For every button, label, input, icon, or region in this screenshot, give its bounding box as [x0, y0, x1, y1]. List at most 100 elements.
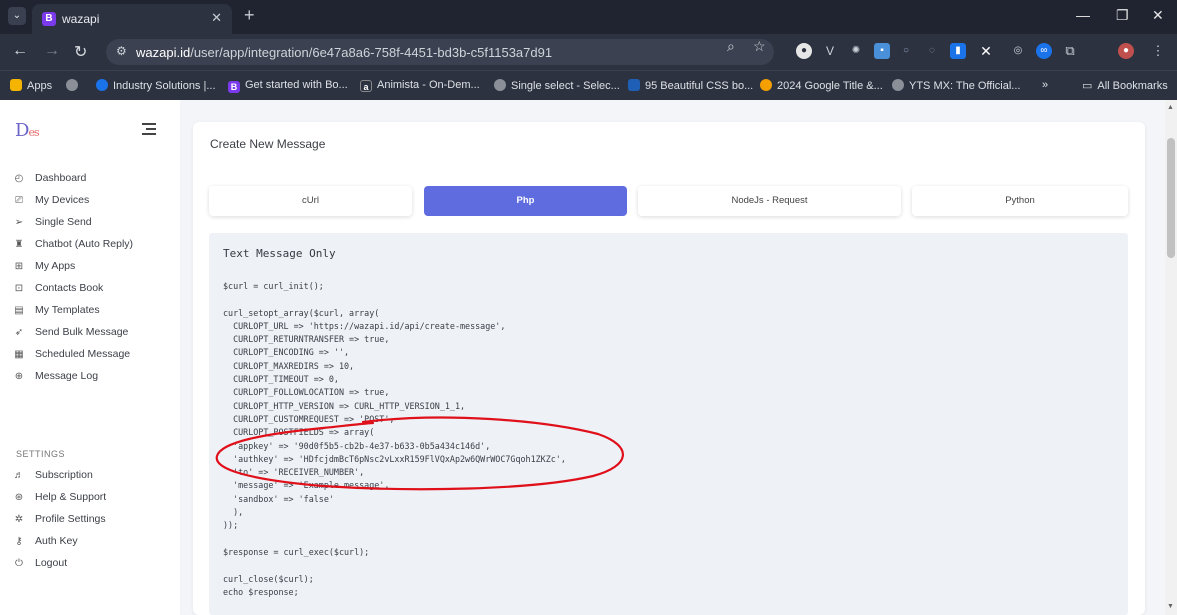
address-bar[interactable]: ⚙ wazapi.id/user/app/integration/6e47a8a… [106, 39, 774, 65]
seo-favicon-icon [760, 79, 772, 91]
code-line: CURLOPT_HTTP_VERSION => CURL_HTTP_VERSIO… [223, 400, 466, 411]
extension-target-icon[interactable]: ◎ [1010, 43, 1026, 59]
bookmark-animista[interactable]: a Animista - On-Dem... [360, 79, 480, 92]
sidebar-item-profile-settings[interactable]: ✲ Profile Settings [12, 513, 106, 531]
forward-arrow-icon[interactable]: → [44, 42, 60, 60]
sidebar-item-chatbot[interactable]: ♜ Chatbot (Auto Reply) [12, 238, 134, 256]
browser-tab[interactable]: B wazapi ✕ [32, 4, 232, 34]
globe-icon [892, 79, 904, 91]
device-icon: ⎚ [15, 195, 23, 206]
code-line: $curl = curl_init(); [223, 281, 324, 291]
tab-curl[interactable]: cUrl [209, 186, 412, 216]
bookmarks-bar: Apps Industry Solutions |... B Get starte… [0, 70, 1177, 100]
bookmark-yts[interactable]: YTS MX: The Official... [892, 79, 1020, 92]
tab-search-button[interactable]: ⌄ [8, 7, 26, 25]
css-favicon-icon [628, 79, 640, 91]
bookmark-globe[interactable] [66, 79, 83, 92]
template-icon: ▤ [14, 305, 24, 316]
extension-react-icon[interactable]: ✺ [848, 43, 864, 59]
all-bookmarks-button[interactable]: ▭ All Bookmarks [1082, 79, 1168, 92]
new-tab-button[interactable]: + [244, 5, 255, 26]
extension-x-icon[interactable]: ✕ [978, 43, 994, 59]
code-line: CURLOPT_POSTFIELDS => array( [223, 427, 375, 438]
code-line: curl_setopt_array($curl, array( [223, 307, 380, 318]
bookmark-star-icon[interactable]: ☆ [753, 38, 766, 55]
code-line: $response = curl_exec($curl); [223, 546, 370, 557]
back-arrow-icon[interactable]: ← [12, 42, 28, 60]
code-line: 'to' => 'RECEIVER_NUMBER', [223, 467, 365, 478]
help-icon: ⊛ [14, 492, 24, 503]
extension-v-icon[interactable]: V [822, 43, 838, 59]
bookmark-bootstrap[interactable]: B Get started with Bo... [228, 79, 348, 93]
sidebar-item-auth-key[interactable]: ⚷ Auth Key [12, 535, 77, 553]
sidebar-item-help-support[interactable]: ⊛ Help & Support [12, 491, 106, 509]
tab-nodejs-request[interactable]: NodeJs - Request [638, 186, 901, 216]
robot-icon: ♜ [14, 239, 24, 250]
code-line: CURLOPT_URL => 'https://wazapi.id/api/cr… [223, 320, 506, 331]
zoom-icon[interactable]: ⌕ [727, 38, 735, 55]
extension-blue-icon[interactable]: ∞ [1036, 43, 1052, 59]
minimize-icon[interactable]: — [1076, 7, 1090, 23]
sidebar-item-my-devices[interactable]: ⎚ My Devices [12, 194, 89, 212]
profile-avatar[interactable]: ● [1118, 43, 1134, 59]
bookmark-apps[interactable]: Apps [10, 79, 52, 92]
sidebar-item-contacts-book[interactable]: ⊡ Contacts Book [12, 282, 104, 300]
reload-icon[interactable]: ↻ [74, 42, 87, 62]
sidebar-item-my-apps[interactable]: ⊞ My Apps [12, 260, 75, 278]
code-heading: Text Message Only [223, 247, 336, 260]
globe-icon [66, 79, 78, 91]
tab-favicon-icon: B [42, 12, 56, 26]
subscription-icon: ♬ [14, 470, 24, 481]
sidebar-item-my-templates[interactable]: ▤ My Templates [12, 304, 99, 322]
bookmark-industry-solutions[interactable]: Industry Solutions |... [96, 79, 216, 92]
sidebar-item-subscription[interactable]: ♬ Subscription [12, 469, 93, 487]
sidebar-item-single-send[interactable]: ➢ Single Send [12, 216, 92, 234]
tab-python[interactable]: Python [912, 186, 1128, 216]
bookmark-google-title[interactable]: 2024 Google Title &... [760, 79, 883, 92]
globe-icon [494, 79, 506, 91]
bookmarks-overflow-button[interactable]: » [1042, 79, 1048, 91]
sidebar-item-logout[interactable]: ⏻ Logout [12, 557, 67, 575]
code-line: CURLOPT_RETURNTRANSFER => true, [223, 334, 390, 345]
restore-icon[interactable]: ❐ [1116, 7, 1129, 24]
close-tab-icon[interactable]: ✕ [211, 10, 222, 26]
tab-php[interactable]: Php [424, 186, 627, 216]
code-line: echo $response; [223, 586, 299, 597]
extension-ring-icon[interactable]: ◌ [924, 43, 940, 59]
scrollbar-thumb[interactable] [1167, 138, 1175, 258]
extensions-puzzle-icon[interactable]: ⧉ [1062, 43, 1078, 59]
apps-grid-icon [10, 79, 22, 91]
sidebar-item-message-log[interactable]: ⊕ Message Log [12, 370, 98, 388]
send-icon: ➢ [14, 217, 24, 228]
page-scrollbar[interactable]: ▲ ▼ [1165, 100, 1177, 615]
extension-circle-icon[interactable]: ○ [898, 43, 914, 59]
menu-toggle-icon[interactable] [142, 123, 156, 138]
extension-globe-icon[interactable]: ● [796, 43, 812, 59]
code-line: )); [223, 520, 239, 531]
code-line: CURLOPT_CUSTOMREQUEST => 'POST', [223, 413, 395, 424]
sidebar-item-send-bulk-message[interactable]: ➶ Send Bulk Message [12, 326, 129, 344]
code-line: curl_close($curl); [223, 573, 314, 584]
browser-menu-icon[interactable]: ⋮ [1150, 43, 1166, 59]
extension-doc-icon[interactable]: ▮ [950, 43, 966, 59]
app-logo[interactable]: Des [15, 120, 40, 141]
sidebar-item-dashboard[interactable]: ◴ Dashboard [12, 172, 87, 190]
bookmark-favicon-icon [96, 79, 108, 91]
code-line: 'message' => 'Example message', [223, 480, 390, 491]
settings-section-label: SETTINGS [16, 449, 66, 459]
code-line: 'sandbox' => 'false' [223, 493, 334, 504]
scroll-up-icon[interactable]: ▲ [1167, 104, 1174, 111]
sidebar-item-scheduled-message[interactable]: ▦ Scheduled Message [12, 348, 130, 366]
site-info-icon[interactable]: ⚙ [116, 44, 127, 58]
tab-title: wazapi [62, 12, 100, 26]
extension-chart-icon[interactable]: ▪ [874, 43, 890, 59]
code-line: 'authkey' => 'HDfcjdmBcT6pNsc2vLxxR159Fl… [223, 453, 566, 464]
bookmark-css-box[interactable]: 95 Beautiful CSS bo... [628, 79, 753, 92]
scroll-down-icon[interactable]: ▼ [1167, 603, 1174, 610]
bookmark-single-select[interactable]: Single select - Selec... [494, 79, 620, 92]
code-line: CURLOPT_ENCODING => '', [223, 347, 350, 358]
window-close-icon[interactable]: ✕ [1152, 7, 1164, 24]
url-text: wazapi.id/user/app/integration/6e47a8a6-… [136, 45, 553, 60]
code-snippet[interactable]: $curl = curl_init(); curl_setopt_array($… [223, 280, 566, 599]
